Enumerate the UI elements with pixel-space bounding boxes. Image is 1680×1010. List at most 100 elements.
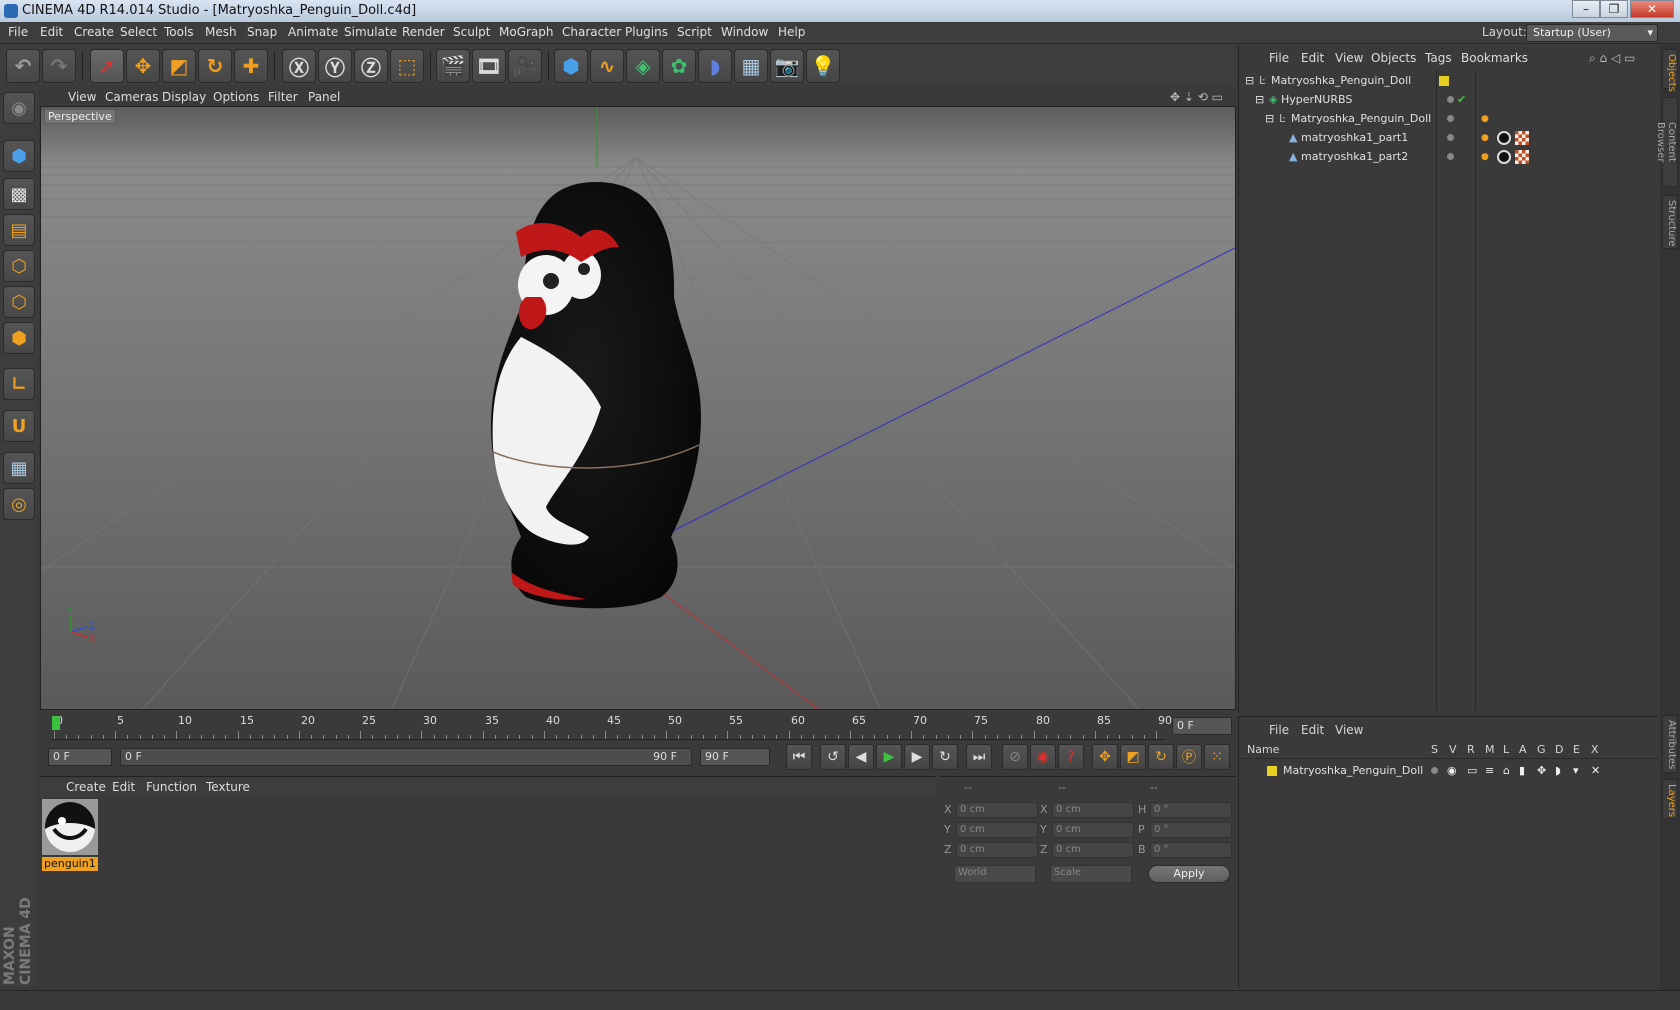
menu-sculpt[interactable]: Sculpt <box>453 25 490 39</box>
go-to-start-button[interactable]: ⏮ <box>786 744 812 770</box>
key-parameter-button[interactable]: Ⓟ <box>1176 744 1202 770</box>
material-menu-edit[interactable]: Edit <box>112 780 135 794</box>
autokey-button[interactable]: ◉ <box>1030 744 1056 770</box>
uvw-tag-icon[interactable] <box>1515 150 1529 164</box>
viewport-menu-view[interactable]: View <box>68 90 96 104</box>
next-key-button[interactable]: ↻ <box>932 744 958 770</box>
material-menu-function[interactable]: Function <box>146 780 197 794</box>
make-editable-button[interactable]: ◉ <box>3 92 35 124</box>
record-active-button[interactable]: ⊘ <box>1002 744 1028 770</box>
recent-tool-button[interactable]: ✚ <box>234 49 268 83</box>
add-cube-button[interactable]: ⬢ <box>554 49 588 83</box>
menu-character[interactable]: Character <box>562 25 621 39</box>
axis-mode-button[interactable]: ∟ <box>3 368 35 400</box>
keyframe-selection-button[interactable]: ? <box>1058 744 1084 770</box>
menu-snap[interactable]: Snap <box>247 25 277 39</box>
visibility-dot-icon[interactable] <box>1447 96 1454 103</box>
menu-file[interactable]: File <box>8 25 28 39</box>
move-tool-button[interactable]: ✥ <box>126 49 160 83</box>
manager-icon[interactable]: ≡ <box>1485 761 1494 781</box>
viewport-menu-cameras[interactable]: Cameras <box>105 90 158 104</box>
x-axis-lock-button[interactable]: Ⓧ <box>282 49 316 83</box>
animation-icon[interactable]: ▮ <box>1519 761 1525 781</box>
menu-create[interactable]: Create <box>74 25 114 39</box>
menu-mograph[interactable]: MoGraph <box>499 25 554 39</box>
object-manager-nav-icons[interactable]: ⌕ ⌂ ◁ ▭ <box>1589 51 1635 66</box>
layer-menu-file[interactable]: File <box>1269 723 1289 737</box>
object-menu-view[interactable]: View <box>1335 51 1363 65</box>
object-menu-bookmarks[interactable]: Bookmarks <box>1461 51 1528 65</box>
add-camera-button[interactable]: 📷 <box>770 49 804 83</box>
redo-button[interactable]: ↷ <box>42 49 76 83</box>
menu-render[interactable]: Render <box>402 25 445 39</box>
key-scale-button[interactable]: ◩ <box>1120 744 1146 770</box>
layer-menu-view[interactable]: View <box>1335 723 1363 737</box>
object-row[interactable]: ⊟ Ŀ Matryoshka_Penguin_Doll <box>1239 71 1659 91</box>
layout-dropdown[interactable]: Startup (User) ▾ <box>1526 24 1658 42</box>
lock-icon[interactable]: ⌂ <box>1503 761 1510 781</box>
expression-icon[interactable]: ▾ <box>1573 761 1579 781</box>
object-menu-tags[interactable]: Tags <box>1425 51 1452 65</box>
maximize-button[interactable]: ❐ <box>1600 0 1628 18</box>
edges-mode-button[interactable]: ⬡ <box>3 286 35 318</box>
material-swatch[interactable]: penguin1 <box>42 799 98 871</box>
viewport-nav-icons[interactable]: ✥ ⇣ ⟲ ▭ <box>1170 90 1223 104</box>
deformer-icon[interactable]: ◗ <box>1555 761 1561 781</box>
penguin-doll-model[interactable] <box>491 182 701 609</box>
menu-select[interactable]: Select <box>120 25 157 39</box>
object-menu-file[interactable]: File <box>1269 51 1289 65</box>
scale-tool-button[interactable]: ◩ <box>162 49 196 83</box>
uvw-tag-icon[interactable] <box>1515 131 1529 145</box>
object-row[interactable]: ▲ matryoshka1_part2 ● <box>1239 147 1659 167</box>
previous-key-button[interactable]: ↺ <box>820 744 846 770</box>
points-mode-button[interactable]: ⬡ <box>3 250 35 282</box>
end-frame-field[interactable]: 90 F <box>700 748 770 766</box>
add-deformer-button[interactable]: ◗ <box>698 49 732 83</box>
phong-tag-icon[interactable]: ● <box>1481 109 1489 129</box>
y-axis-lock-button[interactable]: Ⓨ <box>318 49 352 83</box>
current-frame-field[interactable]: 0 F <box>1172 717 1232 735</box>
render-picture-viewer-button[interactable]: 🎞 <box>472 49 506 83</box>
add-spline-button[interactable]: ∿ <box>590 49 624 83</box>
minimize-button[interactable]: – <box>1572 0 1600 18</box>
menu-mesh[interactable]: Mesh <box>205 25 237 39</box>
viewport-menu-display[interactable]: Display <box>162 90 206 104</box>
visibility-dot-icon[interactable] <box>1447 115 1454 122</box>
live-selection-button[interactable]: ➚ <box>90 49 124 83</box>
workplane-lock-button[interactable]: ▦ <box>3 452 35 484</box>
rotation-h-field[interactable]: 0 ° <box>1150 802 1232 818</box>
coordinate-space-dropdown[interactable]: World <box>954 865 1036 883</box>
object-menu-objects[interactable]: Objects <box>1371 51 1416 65</box>
size-y-field[interactable]: 0 cm <box>1052 822 1134 838</box>
position-x-field[interactable]: 0 cm <box>956 802 1038 818</box>
key-position-button[interactable]: ✥ <box>1092 744 1118 770</box>
render-settings-button[interactable]: 🎥 <box>508 49 542 83</box>
add-light-button[interactable]: 💡 <box>806 49 840 83</box>
solo-toggle-icon[interactable] <box>1431 767 1438 774</box>
workplane-mode-button[interactable]: ▤ <box>3 214 35 246</box>
menu-plugins[interactable]: Plugins <box>625 25 668 39</box>
frame-range-slider[interactable]: 0 F 90 F <box>120 748 692 766</box>
size-mode-dropdown[interactable]: Scale <box>1050 865 1132 883</box>
z-axis-lock-button[interactable]: Ⓩ <box>354 49 388 83</box>
rotation-p-field[interactable]: 0 ° <box>1150 822 1232 838</box>
model-mode-button[interactable]: ⬢ <box>3 140 35 172</box>
apply-button[interactable]: Apply <box>1148 865 1230 883</box>
menu-tools[interactable]: Tools <box>164 25 194 39</box>
key-pla-button[interactable]: ⁙ <box>1204 744 1230 770</box>
object-menu-edit[interactable]: Edit <box>1301 51 1324 65</box>
polygons-mode-button[interactable]: ⬢ <box>3 322 35 354</box>
start-frame-field[interactable]: 0 F <box>48 748 112 766</box>
undo-button[interactable]: ↶ <box>6 49 40 83</box>
add-floor-button[interactable]: ▦ <box>734 49 768 83</box>
material-menu-create[interactable]: Create <box>66 780 106 794</box>
position-y-field[interactable]: 0 cm <box>956 822 1038 838</box>
visibility-dot-icon[interactable] <box>1447 153 1454 160</box>
perspective-viewport[interactable]: Y Z X Perspective <box>40 106 1236 710</box>
tab-structure[interactable]: Structure <box>1662 195 1678 249</box>
soft-selection-button[interactable]: ◎ <box>3 488 35 520</box>
menu-script[interactable]: Script <box>677 25 712 39</box>
size-z-field[interactable]: 0 cm <box>1052 842 1134 858</box>
key-rotation-button[interactable]: ↻ <box>1148 744 1174 770</box>
viewport-menu-options[interactable]: Options <box>213 90 259 104</box>
